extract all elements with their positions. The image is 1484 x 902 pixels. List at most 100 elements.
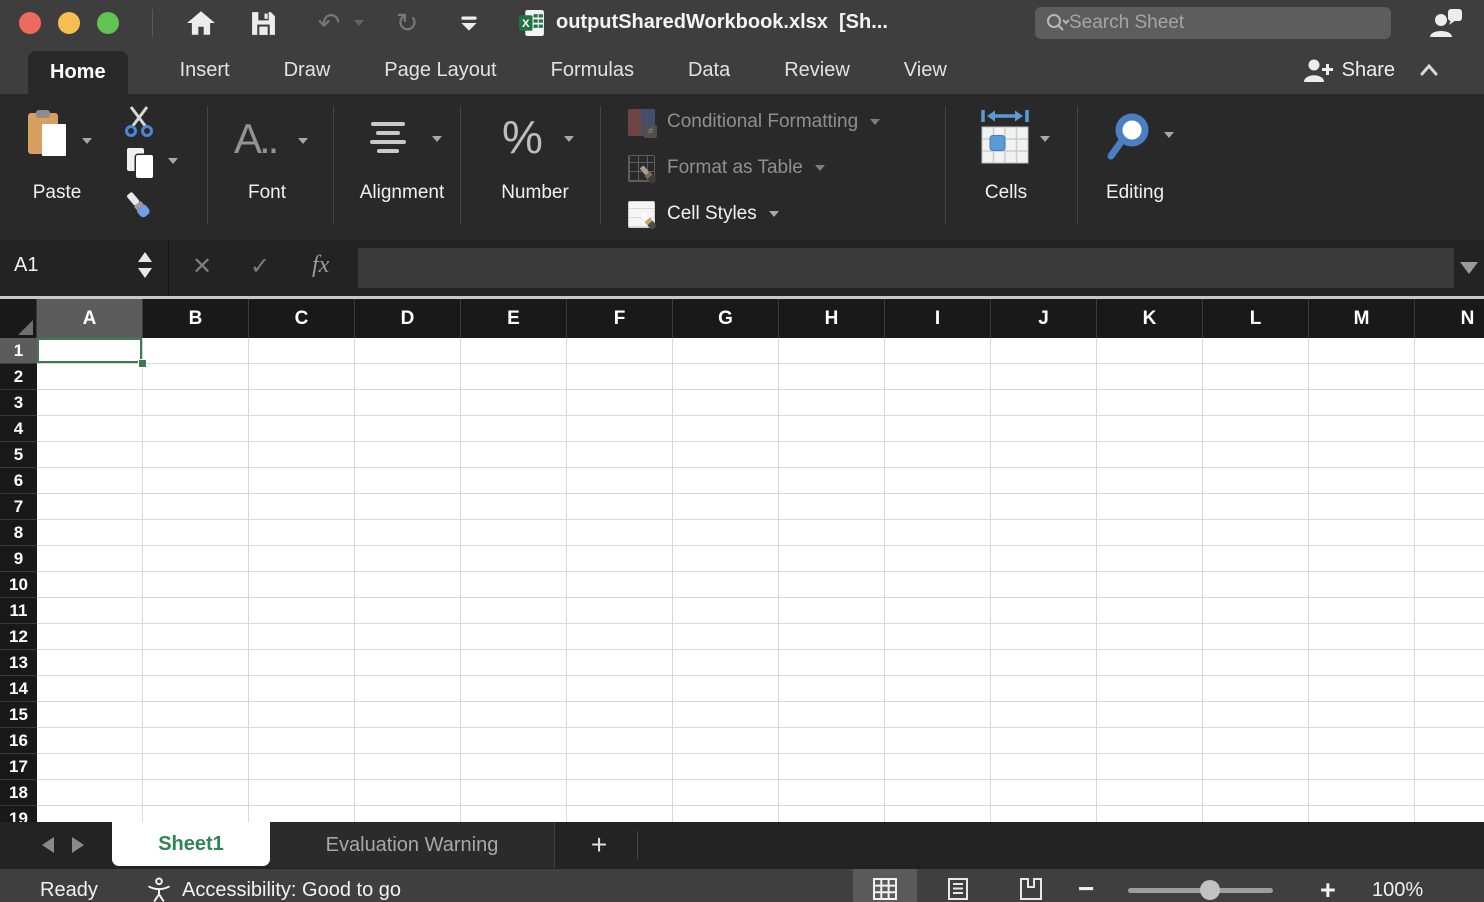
cell-D18[interactable]	[355, 780, 461, 806]
cell-N1[interactable]	[1415, 338, 1484, 364]
cell-C12[interactable]	[249, 624, 355, 650]
row-header-17[interactable]: 17	[0, 754, 37, 780]
cell-M4[interactable]	[1309, 416, 1415, 442]
cell-G17[interactable]	[673, 754, 779, 780]
cell-D2[interactable]	[355, 364, 461, 390]
cell-M3[interactable]	[1309, 390, 1415, 416]
column-header-A[interactable]: A	[37, 299, 143, 338]
column-header-C[interactable]: C	[249, 299, 355, 338]
cell-C10[interactable]	[249, 572, 355, 598]
cell-A15[interactable]	[37, 702, 143, 728]
formula-input[interactable]	[358, 248, 1454, 288]
cell-L1[interactable]	[1203, 338, 1309, 364]
column-header-G[interactable]: G	[673, 299, 779, 338]
cell-F4[interactable]	[567, 416, 673, 442]
cell-M13[interactable]	[1309, 650, 1415, 676]
copy-dropdown-caret[interactable]	[168, 158, 178, 164]
cell-I7[interactable]	[885, 494, 991, 520]
cell-J1[interactable]	[991, 338, 1097, 364]
cell-D7[interactable]	[355, 494, 461, 520]
cell-B18[interactable]	[143, 780, 249, 806]
cell-J2[interactable]	[991, 364, 1097, 390]
column-header-H[interactable]: H	[779, 299, 885, 338]
cell-I14[interactable]	[885, 676, 991, 702]
zoom-window-button[interactable]	[97, 12, 119, 34]
cell-F6[interactable]	[567, 468, 673, 494]
cell-K16[interactable]	[1097, 728, 1203, 754]
cell-G6[interactable]	[673, 468, 779, 494]
cell-J5[interactable]	[991, 442, 1097, 468]
cell-M7[interactable]	[1309, 494, 1415, 520]
row-header-3[interactable]: 3	[0, 390, 37, 416]
customize-quick-access-button[interactable]	[452, 0, 486, 46]
cell-H11[interactable]	[779, 598, 885, 624]
font-menu-button[interactable]: A..	[234, 118, 276, 160]
cancel-button[interactable]: ✕	[192, 252, 212, 281]
cell-C11[interactable]	[249, 598, 355, 624]
cell-E19[interactable]	[461, 806, 567, 822]
cell-N9[interactable]	[1415, 546, 1484, 572]
cell-B7[interactable]	[143, 494, 249, 520]
cell-L6[interactable]	[1203, 468, 1309, 494]
cell-E12[interactable]	[461, 624, 567, 650]
cell-F3[interactable]	[567, 390, 673, 416]
row-header-6[interactable]: 6	[0, 468, 37, 494]
name-box[interactable]: A1	[14, 254, 38, 277]
cell-K12[interactable]	[1097, 624, 1203, 650]
cell-A1[interactable]	[37, 338, 143, 364]
cell-I2[interactable]	[885, 364, 991, 390]
enter-button[interactable]: ✓	[250, 252, 270, 281]
insert-function-button[interactable]: fx	[312, 252, 329, 279]
cell-I13[interactable]	[885, 650, 991, 676]
cell-F11[interactable]	[567, 598, 673, 624]
cell-K17[interactable]	[1097, 754, 1203, 780]
cell-L5[interactable]	[1203, 442, 1309, 468]
cell-N4[interactable]	[1415, 416, 1484, 442]
cell-D5[interactable]	[355, 442, 461, 468]
cell-D6[interactable]	[355, 468, 461, 494]
cell-E10[interactable]	[461, 572, 567, 598]
cell-styles-caret[interactable]	[769, 211, 779, 217]
cell-G4[interactable]	[673, 416, 779, 442]
column-header-B[interactable]: B	[143, 299, 249, 338]
cell-C7[interactable]	[249, 494, 355, 520]
cell-M12[interactable]	[1309, 624, 1415, 650]
cell-N17[interactable]	[1415, 754, 1484, 780]
page-layout-view-button[interactable]	[925, 869, 991, 902]
tab-data[interactable]: Data	[686, 46, 732, 94]
cell-N3[interactable]	[1415, 390, 1484, 416]
cell-H2[interactable]	[779, 364, 885, 390]
column-header-I[interactable]: I	[885, 299, 991, 338]
previous-sheet-button[interactable]	[42, 837, 54, 853]
column-header-J[interactable]: J	[991, 299, 1097, 338]
zoom-slider-thumb[interactable]	[1200, 880, 1220, 900]
cell-I9[interactable]	[885, 546, 991, 572]
cell-I11[interactable]	[885, 598, 991, 624]
tab-home[interactable]: Home	[28, 51, 128, 94]
cell-N8[interactable]	[1415, 520, 1484, 546]
cell-G12[interactable]	[673, 624, 779, 650]
cell-C19[interactable]	[249, 806, 355, 822]
column-header-L[interactable]: L	[1203, 299, 1309, 338]
cell-L3[interactable]	[1203, 390, 1309, 416]
cell-G10[interactable]	[673, 572, 779, 598]
tab-page-layout[interactable]: Page Layout	[382, 46, 498, 94]
cell-J16[interactable]	[991, 728, 1097, 754]
cell-N15[interactable]	[1415, 702, 1484, 728]
column-header-F[interactable]: F	[567, 299, 673, 338]
cell-F16[interactable]	[567, 728, 673, 754]
cell-F18[interactable]	[567, 780, 673, 806]
cell-A8[interactable]	[37, 520, 143, 546]
cell-M6[interactable]	[1309, 468, 1415, 494]
tab-insert[interactable]: Insert	[178, 46, 232, 94]
cell-L4[interactable]	[1203, 416, 1309, 442]
cell-I1[interactable]	[885, 338, 991, 364]
cell-J8[interactable]	[991, 520, 1097, 546]
cell-E17[interactable]	[461, 754, 567, 780]
row-header-10[interactable]: 10	[0, 572, 37, 598]
cell-H4[interactable]	[779, 416, 885, 442]
tab-view[interactable]: View	[902, 46, 949, 94]
cell-B19[interactable]	[143, 806, 249, 822]
cell-F1[interactable]	[567, 338, 673, 364]
cell-A17[interactable]	[37, 754, 143, 780]
